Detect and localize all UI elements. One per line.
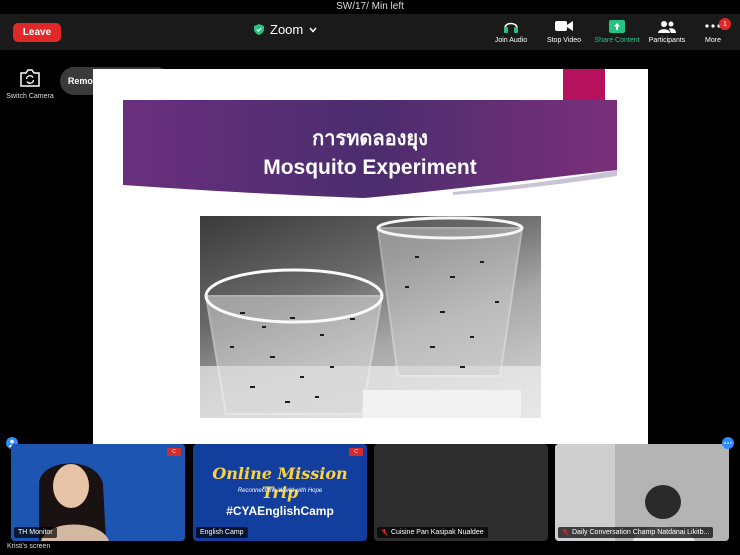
participant-name: TH Monitor: [18, 529, 53, 536]
meeting-timer: SW/17/ Min left: [336, 1, 404, 12]
headphones-icon: [504, 22, 518, 33]
participant-name-tag: Cuisine Pan Kasipak Nualdee: [377, 527, 488, 538]
switch-camera-button[interactable]: Switch Camera: [4, 69, 56, 100]
video-camera-icon: [555, 21, 573, 31]
participants-label: Participants: [648, 37, 686, 44]
stop-video-label: Stop Video: [546, 37, 582, 44]
tile-options-button[interactable]: [722, 437, 734, 449]
more-label: More: [705, 37, 721, 44]
camp-hashtag: #CYAEnglishCamp: [226, 504, 334, 518]
cups-illustration: [200, 216, 541, 418]
camp-title: Online Mission Trip: [212, 464, 348, 502]
zoom-menu[interactable]: Zoom: [254, 22, 317, 37]
mosquito-cups-photo: [200, 216, 541, 418]
join-audio-button[interactable]: Join Audio: [481, 18, 541, 44]
photo-caption-blur: [363, 390, 521, 418]
more-icon: [724, 442, 732, 444]
camp-logo: C: [349, 448, 363, 456]
participant-name: English Camp: [200, 529, 244, 536]
participant-name-tag: Daily Conversation Champ Natdanai Likitb…: [558, 527, 714, 538]
participant-tile[interactable]: Daily Conversation Champ Natdanai Likitb…: [555, 444, 729, 541]
participant-name: Daily Conversation Champ Natdanai Likitb…: [572, 529, 710, 536]
participant-strip: C TH Monitor C Online Mission Trip Recon…: [0, 437, 740, 542]
switch-camera-icon: [20, 69, 40, 87]
participant-tile[interactable]: Cuisine Pan Kasipak Nualdee: [374, 444, 548, 541]
slide-english-title: Mosquito Experiment: [263, 156, 477, 179]
leave-button[interactable]: Leave: [13, 23, 61, 42]
status-bar: SW/17/ Min left: [0, 0, 740, 14]
shield-icon: [254, 24, 264, 35]
participant-name-tag: English Camp: [196, 527, 248, 538]
mic-muted-icon: [381, 529, 388, 536]
stop-video-button[interactable]: Stop Video: [534, 18, 594, 44]
participants-icon: [658, 20, 676, 33]
notification-badge: 1: [719, 18, 731, 30]
join-audio-label: Join Audio: [494, 37, 528, 44]
camp-subtitle: Reconnect the World with Hope: [237, 488, 323, 494]
participant-name: Cuisine Pan Kasipak Nualdee: [391, 529, 484, 536]
share-screen-icon: [609, 19, 625, 33]
participant-name-tag: TH Monitor: [14, 527, 57, 538]
switch-camera-label: Switch Camera: [6, 93, 54, 100]
shared-screen: การทดลองยุง Mosquito Experiment: [93, 69, 648, 444]
more-button[interactable]: More 1: [683, 18, 740, 44]
participant-tile[interactable]: C Online Mission Trip Reconnect the Worl…: [193, 444, 367, 541]
slide-thai-title: การทดลองยุง: [312, 128, 428, 150]
screen-owner-label: Kristi's screen: [7, 543, 51, 550]
meeting-toolbar: Leave Zoom Join Audio Stop Video Share C…: [0, 14, 740, 50]
app-name-label: Zoom: [270, 22, 304, 37]
camp-logo: C: [167, 448, 181, 456]
slide-title-banner: การทดลองยุง Mosquito Experiment: [123, 100, 617, 200]
mic-muted-icon: [562, 529, 569, 536]
share-content-label: Share Content: [594, 37, 640, 44]
chevron-down-icon: [309, 27, 317, 33]
participant-tile[interactable]: C TH Monitor: [11, 444, 185, 541]
